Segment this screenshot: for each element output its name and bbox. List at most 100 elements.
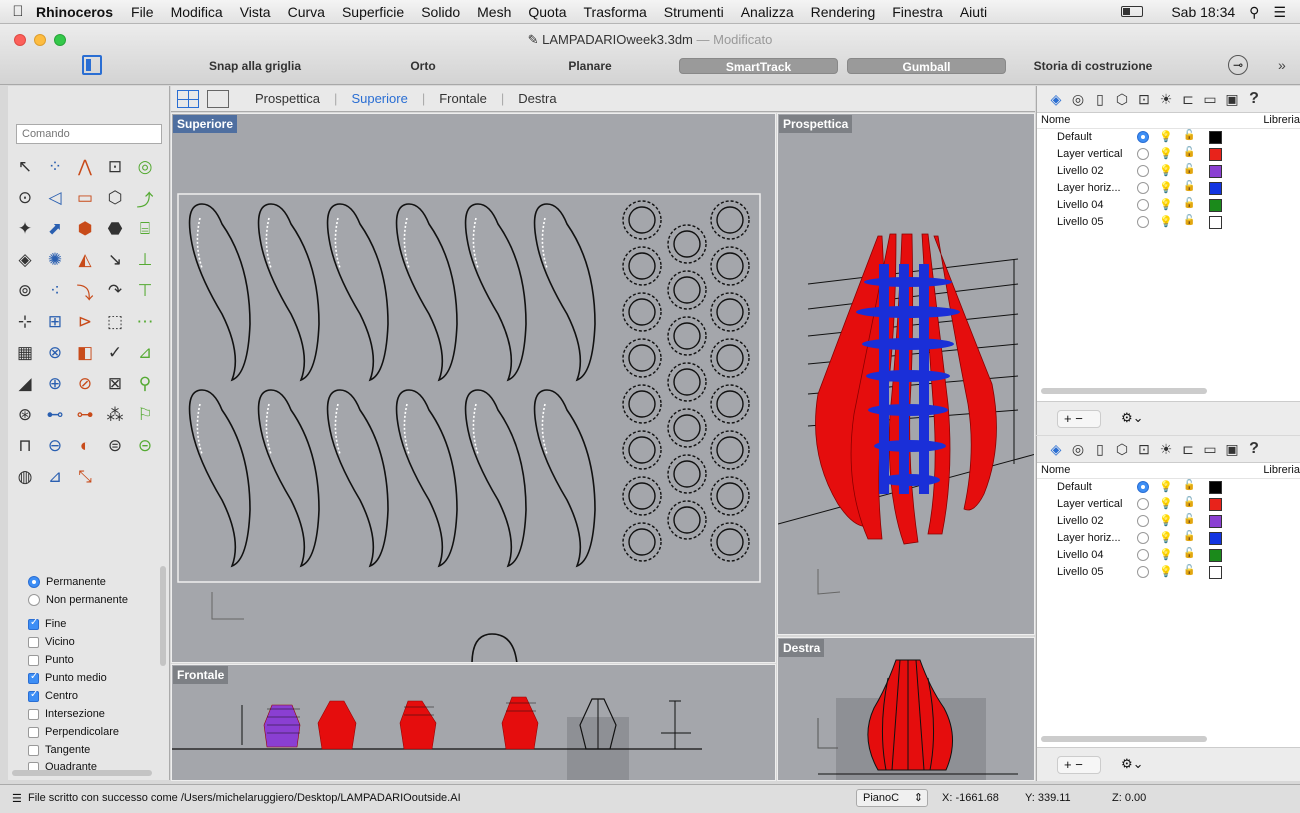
tool-button-5[interactable]: ◎ [132,154,158,180]
tool-button-20[interactable]: ⊥ [132,247,158,273]
tool-button-15[interactable]: ⌸ [132,216,158,242]
osnap-tangent[interactable]: Tangente [28,744,90,756]
tool-button-41[interactable]: ⊛ [12,402,38,428]
tool-button-53[interactable]: ⤡ [72,464,98,490]
layer-row[interactable]: Livello 02 💡 🔓 [1037,513,1300,530]
layers-scrollbar-2[interactable] [1041,736,1207,742]
tab-superiore[interactable]: Superiore [351,91,407,106]
tool-button-43[interactable]: ⊶ [72,402,98,428]
tool-button-1[interactable]: ↖ [12,154,38,180]
lightbulb-icon[interactable]: 💡 [1159,164,1173,177]
smarttrack-button[interactable]: SmartTrack [679,58,838,74]
lights-tab-icon[interactable]: ☀ [1155,91,1177,108]
layer-name[interactable]: Layer vertical [1057,498,1122,510]
layer-name[interactable]: Livello 04 [1057,199,1103,211]
menu-strumenti[interactable]: Strumenti [664,4,724,20]
menu-solido[interactable]: Solido [421,4,460,20]
lightbulb-icon[interactable]: 💡 [1159,198,1173,211]
layer-color-swatch[interactable] [1209,165,1222,178]
tool-button-2[interactable]: ⁘ [42,154,68,180]
document-tab-icon[interactable]: ▯ [1089,441,1111,458]
osnap-end[interactable]: Fine [28,617,66,630]
ortho-button[interactable]: Orto [383,58,463,74]
monitor-tab-icon[interactable]: ▣ [1221,441,1243,458]
tool-button-44[interactable]: ⁂ [102,402,128,428]
layer-color-swatch[interactable] [1209,216,1222,229]
lightbulb-icon[interactable]: 💡 [1159,147,1173,160]
lock-icon[interactable]: 🔓 [1183,565,1195,576]
display-tab-icon[interactable]: ▭ [1199,91,1221,108]
lock-icon[interactable]: 🔓 [1183,198,1195,209]
layer-name[interactable]: Livello 05 [1057,216,1103,228]
tab-destra[interactable]: Destra [518,91,556,106]
lightbulb-icon[interactable]: 💡 [1159,215,1173,228]
tool-button-30[interactable]: ⋯ [132,309,158,335]
add-layer-button[interactable]: + − [1057,756,1101,774]
tool-button-33[interactable]: ◧ [72,340,98,366]
left-panel-scrollbar[interactable] [12,770,152,776]
tool-button-12[interactable]: ⬈ [42,216,68,242]
tab-prospettica[interactable]: Prospettica [255,91,320,106]
command-input[interactable] [16,124,162,144]
object-tab-icon[interactable]: ⬡ [1111,91,1133,108]
help-tab-icon[interactable]: ? [1243,440,1265,458]
tool-button-35[interactable]: ⊿ [132,340,158,366]
help-tab-icon[interactable]: ? [1243,90,1265,108]
menu-rendering[interactable]: Rendering [811,4,876,20]
tool-button-4[interactable]: ⊡ [102,154,128,180]
tool-button-19[interactable]: ↘ [102,247,128,273]
tool-button-6[interactable]: ⊙ [12,185,38,211]
osnap-center[interactable]: Centro [28,689,78,702]
menu-aiuti[interactable]: Aiuti [960,4,987,20]
tool-button-29[interactable]: ⬚ [102,309,128,335]
lightbulb-icon[interactable]: 💡 [1159,548,1173,561]
osnap-midpoint[interactable]: Punto medio [28,671,107,684]
layer-color-swatch[interactable] [1209,549,1222,562]
layer-current-radio[interactable] [1137,498,1155,513]
lock-icon[interactable]: 🔓 [1183,514,1195,525]
layer-row[interactable]: Livello 05 💡 🔓 [1037,214,1300,231]
layer-row[interactable]: Default 💡 🔓 [1037,129,1300,146]
tool-button-47[interactable]: ⊖ [42,433,68,459]
menu-curva[interactable]: Curva [288,4,325,20]
tool-button-8[interactable]: ▭ [72,185,98,211]
osnap-permanent[interactable]: Permanente [28,576,106,588]
tool-button-39[interactable]: ⊠ [102,371,128,397]
layer-row[interactable]: Livello 02 💡 🔓 [1037,163,1300,180]
notes-tab-icon[interactable]: ⊏ [1177,91,1199,108]
layer-name[interactable]: Layer horiz... [1057,532,1121,544]
layer-name[interactable]: Livello 04 [1057,549,1103,561]
lock-icon[interactable]: 🔓 [1183,480,1195,491]
tool-button-36[interactable]: ◢ [12,371,38,397]
layer-row[interactable]: Layer horiz... 💡 🔓 [1037,530,1300,547]
snap-grid-button[interactable]: Snap alla griglia [185,58,325,74]
viewport-perspective[interactable]: Prospettica [777,113,1035,635]
tool-button-28[interactable]: ⊳ [72,309,98,335]
layer-color-swatch[interactable] [1209,566,1222,579]
lightbulb-icon[interactable]: 💡 [1159,130,1173,143]
lock-icon[interactable]: 🔓 [1183,548,1195,559]
cplane-select[interactable]: PianoC ⇕ [856,789,928,807]
tool-button-51[interactable]: ◍ [12,464,38,490]
tool-button-52[interactable]: ⊿ [42,464,68,490]
layer-row[interactable]: Livello 04 💡 🔓 [1037,547,1300,564]
app-menu[interactable]: Rhinoceros [36,4,113,20]
tool-button-45[interactable]: ⚐ [132,402,158,428]
osnap-perpendicular[interactable]: Perpendicolare [28,726,119,738]
layer-name[interactable]: Livello 05 [1057,566,1103,578]
layers-scrollbar[interactable] [1041,388,1207,394]
layer-current-radio[interactable] [1137,566,1155,581]
tool-button-21[interactable]: ⊚ [12,278,38,304]
viewport-top[interactable]: Superiore [171,113,776,663]
gumball-button[interactable]: Gumball [847,58,1006,74]
tool-button-23[interactable]: ⤵ [72,278,98,304]
sidebar-toggle-icon[interactable] [82,55,102,75]
notification-center-icon[interactable]: ☰ [1273,4,1286,21]
menu-superficie[interactable]: Superficie [342,4,404,20]
tool-button-46[interactable]: ⊓ [12,433,38,459]
tool-button-37[interactable]: ⊕ [42,371,68,397]
clock[interactable]: Sab 18:34 [1171,4,1235,20]
planar-button[interactable]: Planare [535,58,645,74]
layer-current-radio[interactable] [1137,515,1155,530]
layer-color-swatch[interactable] [1209,131,1222,144]
